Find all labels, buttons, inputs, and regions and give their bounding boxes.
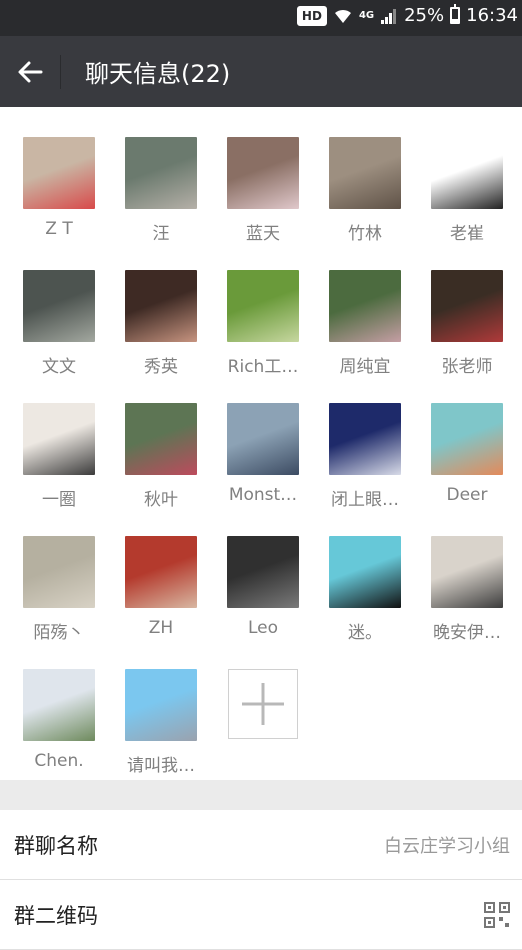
member-name: Z T: [45, 219, 73, 239]
member-avatar: [329, 403, 401, 475]
member-avatar: [125, 403, 197, 475]
member-item[interactable]: 陌殇丶: [8, 536, 110, 643]
member-name: 请叫我…: [127, 756, 195, 776]
member-item[interactable]: 晚安伊…: [416, 536, 518, 643]
group-qr-label: 群二维码: [14, 903, 98, 928]
member-name: 竹林: [348, 224, 382, 244]
signal-icon: [381, 8, 397, 24]
member-avatar: [227, 536, 299, 608]
member-item[interactable]: 老崔: [416, 137, 518, 244]
member-name: 迷。: [348, 623, 382, 643]
add-member-button[interactable]: [212, 669, 314, 776]
member-avatar: [125, 669, 197, 741]
group-name-label: 群聊名称: [14, 833, 98, 858]
member-name: Monst…: [228, 485, 298, 505]
member-grid-section: Z T 汪 蓝天 竹林 老崔文文 秀英 Rich工… 周纯宜 张老师一圈 秋叶 Monst… 闭上眼……: [0, 107, 522, 780]
member-item[interactable]: Rich工…: [212, 270, 314, 377]
member-item[interactable]: Deer: [416, 403, 518, 510]
member-name: 秋叶: [144, 490, 178, 510]
member-name: 秀英: [144, 357, 178, 377]
member-name: Leo: [247, 618, 279, 638]
member-item[interactable]: 迷。: [314, 536, 416, 643]
member-name: 张老师: [441, 357, 493, 377]
member-item[interactable]: Monst…: [212, 403, 314, 510]
back-button[interactable]: [0, 36, 60, 107]
member-name: 闭上眼…: [331, 490, 399, 510]
nav-bar: 聊天信息(22): [0, 36, 522, 107]
member-avatar: [431, 536, 503, 608]
member-item[interactable]: 周纯宜: [314, 270, 416, 377]
battery-percent: 25%: [404, 5, 445, 26]
member-name: 蓝天: [246, 224, 280, 244]
member-avatar: [23, 536, 95, 608]
member-name: 文文: [42, 357, 76, 377]
member-avatar: [329, 137, 401, 209]
nav-divider: [60, 54, 61, 89]
member-avatar: [125, 270, 197, 342]
hd-badge: HD: [296, 5, 327, 26]
page-title: 聊天信息(22): [85, 60, 231, 88]
member-item[interactable]: 请叫我…: [110, 669, 212, 776]
member-avatar: [125, 536, 197, 608]
member-avatar: [23, 270, 95, 342]
member-item[interactable]: 蓝天: [212, 137, 314, 244]
member-avatar: [431, 403, 503, 475]
member-item[interactable]: 秋叶: [110, 403, 212, 510]
member-item[interactable]: 闭上眼…: [314, 403, 416, 510]
member-item[interactable]: 张老师: [416, 270, 518, 377]
member-item[interactable]: 竹林: [314, 137, 416, 244]
member-avatar: [227, 403, 299, 475]
member-name: Chen.: [34, 751, 84, 771]
member-item[interactable]: Chen.: [8, 669, 110, 776]
member-avatar: [329, 270, 401, 342]
member-name: 陌殇丶: [33, 623, 85, 643]
member-avatar: [23, 669, 95, 741]
group-name-value: 白云庄学习小组: [384, 835, 510, 857]
member-name: 周纯宜: [339, 357, 391, 377]
member-avatar: [23, 403, 95, 475]
member-item[interactable]: ZH: [110, 536, 212, 643]
add-member-box: [228, 669, 298, 739]
member-avatar: [227, 270, 299, 342]
plus-icon: [242, 683, 284, 725]
member-name: ZH: [148, 618, 174, 638]
network-type: 4G: [358, 10, 375, 21]
qr-code-icon: [484, 901, 510, 928]
member-avatar: [23, 137, 95, 209]
member-avatar: [227, 137, 299, 209]
member-item[interactable]: 秀英: [110, 270, 212, 377]
status-bar: HD 4G 25% 16:34: [0, 0, 522, 36]
group-name-row[interactable]: 群聊名称 白云庄学习小组: [0, 810, 522, 880]
member-name: 老崔: [450, 224, 484, 244]
settings-list: 群聊名称 白云庄学习小组 群二维码: [0, 810, 522, 950]
member-name: Rich工…: [227, 357, 299, 377]
member-name: 晚安伊…: [433, 623, 501, 643]
clock: 16:34: [466, 5, 518, 26]
member-avatar: [125, 137, 197, 209]
back-arrow-icon: [18, 61, 43, 82]
member-avatar: [431, 137, 503, 209]
member-item[interactable]: Z T: [8, 137, 110, 244]
member-name: Deer: [446, 485, 488, 505]
section-gap: [0, 780, 522, 810]
member-item[interactable]: 一圈: [8, 403, 110, 510]
member-grid: Z T 汪 蓝天 竹林 老崔文文 秀英 Rich工… 周纯宜 张老师一圈 秋叶 Monst… 闭上眼……: [0, 137, 522, 776]
member-avatar: [431, 270, 503, 342]
battery-icon: [450, 4, 461, 24]
member-item[interactable]: Leo: [212, 536, 314, 643]
wifi-icon: [334, 9, 351, 23]
member-avatar: [329, 536, 401, 608]
member-item[interactable]: 汪: [110, 137, 212, 244]
member-name: 汪: [152, 224, 170, 244]
group-qr-row[interactable]: 群二维码: [0, 880, 522, 950]
member-name: 一圈: [42, 490, 76, 510]
member-item[interactable]: 文文: [8, 270, 110, 377]
